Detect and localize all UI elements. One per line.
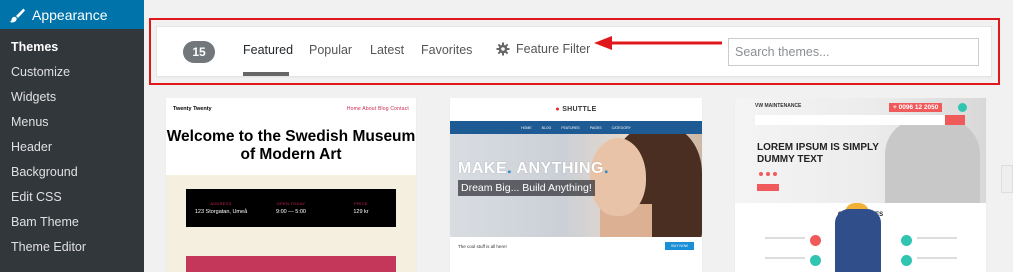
- chat-icon: [958, 103, 967, 112]
- active-tab-indicator: [243, 72, 289, 76]
- preview-nav-item: PAGES: [589, 125, 602, 130]
- service-icon: [810, 235, 821, 246]
- feature-filter-button[interactable]: Feature Filter: [496, 42, 590, 56]
- appearance-menu[interactable]: Appearance: [0, 0, 144, 29]
- preview-hero: MAKE. ANYTHING. Dream Big... Build Anyth…: [450, 134, 702, 237]
- worker-image: [835, 209, 881, 272]
- preview-image-strip: [186, 256, 396, 272]
- sidebar-item-customize[interactable]: Customize: [0, 60, 144, 85]
- feature-filter-label: Feature Filter: [516, 42, 591, 56]
- theme-card-twenty-twenty[interactable]: Twenty Twenty Home About Blog Contact We…: [166, 98, 416, 272]
- theme-card-vw-maintenance[interactable]: VW MAINTENANCE + 0096 12 2050 LOREM IPSU…: [735, 98, 986, 272]
- preview-cta-text: The cool stuff is all here!: [458, 243, 507, 249]
- preview-read-more-button: [757, 184, 779, 191]
- preview-logo: VW MAINTENANCE: [755, 103, 802, 109]
- sidebar-item-themes[interactable]: Themes: [0, 35, 144, 60]
- preview-nav-item: BLOG: [541, 125, 552, 130]
- headline-line: DUMMY TEXT: [757, 154, 823, 165]
- service-text-line: [917, 257, 957, 259]
- themes-main: 15 Featured Popular Latest Favorites Fea…: [144, 0, 1013, 272]
- preview-header: ● SHUTTLE: [450, 98, 702, 121]
- gear-icon: [496, 42, 510, 56]
- hero-heading: MAKE. ANYTHING.: [458, 160, 609, 177]
- service-text-line: [917, 237, 957, 239]
- preview-cta-row: The cool stuff is all here! BUY NOW: [450, 237, 702, 255]
- preview-logo-text: SHUTTLE: [562, 106, 597, 113]
- search-themes-input[interactable]: [728, 38, 979, 66]
- info-key: PRICE: [354, 201, 368, 206]
- admin-sidebar: Appearance Themes Customize Widgets Menu…: [0, 0, 144, 272]
- tab-featured[interactable]: Featured: [243, 43, 293, 57]
- hero-heading-a: MAKE: [458, 160, 508, 177]
- service-text-line: [765, 257, 805, 259]
- info-value: 129 kr: [353, 209, 369, 215]
- theme-preview-nav: Twenty Twenty Home About Blog Contact: [166, 98, 416, 120]
- preview-menu: Home About Blog Contact: [346, 106, 409, 112]
- sidebar-item-theme-editor[interactable]: Theme Editor: [0, 235, 144, 260]
- sidebar-item-widgets[interactable]: Widgets: [0, 85, 144, 110]
- hero-person-image: [885, 118, 980, 203]
- headline-line: LOREM IPSUM IS SIMPLY: [757, 142, 879, 153]
- preview-phone: + 0096 12 2050: [889, 103, 943, 112]
- preview-logo: ● SHUTTLE: [555, 106, 597, 113]
- hero-subheading: Dream Big... Build Anything!: [458, 180, 595, 196]
- sidebar-item-edit-css[interactable]: Edit CSS: [0, 185, 144, 210]
- appearance-label: Appearance: [32, 6, 108, 23]
- preview-nav-item: HOME: [521, 125, 532, 130]
- sidebar-item-bam-theme[interactable]: Bam Theme: [0, 210, 144, 235]
- sidebar-item-menus[interactable]: Menus: [0, 110, 144, 135]
- theme-card-shuttle[interactable]: ● SHUTTLE HOME BLOG FEATURES PAGES CATEG…: [450, 98, 702, 272]
- preview-headline: LOREM IPSUM IS SIMPLY DUMMY TEXT: [757, 142, 879, 166]
- info-key: ADDRESS: [210, 201, 232, 206]
- appearance-submenu: Themes Customize Widgets Menus Header Ba…: [0, 29, 144, 272]
- sidebar-item-header[interactable]: Header: [0, 135, 144, 160]
- preview-nav-item: FEATURES: [561, 125, 580, 130]
- sidebar-item-background[interactable]: Background: [0, 160, 144, 185]
- preview-nav-item: CATEGORY: [611, 125, 631, 130]
- service-icon: [810, 255, 821, 266]
- theme-filter-bar: 15 Featured Popular Latest Favorites Fea…: [156, 26, 992, 77]
- preview-nav: [755, 115, 965, 125]
- info-key: OPEN TODAY: [276, 201, 306, 206]
- info-value: 9:00 — 5:00: [276, 209, 306, 215]
- scroll-next-button[interactable]: [1001, 165, 1013, 193]
- service-icon: [901, 255, 912, 266]
- service-icon: [901, 235, 912, 246]
- hero-heading-b: ANYTHING: [516, 160, 604, 177]
- tab-latest[interactable]: Latest: [370, 43, 404, 57]
- theme-count-badge: 15: [183, 41, 215, 63]
- tab-favorites[interactable]: Favorites: [421, 43, 472, 57]
- info-value: 123 Storgatan, Umeå: [194, 209, 248, 215]
- annotation-arrow-icon: [594, 36, 722, 50]
- preview-info-box: ADDRESS 123 Storgatan, Umeå OPEN TODAY 9…: [186, 189, 396, 227]
- preview-nav: HOME BLOG FEATURES PAGES CATEGORY: [450, 121, 702, 134]
- preview-brand: Twenty Twenty: [173, 106, 212, 112]
- preview-headline: Welcome to the Swedish Museum of Modern …: [166, 128, 416, 163]
- service-text-line: [765, 237, 805, 239]
- preview-services: OUR SERVICES: [735, 203, 986, 272]
- preview-hero: VW MAINTENANCE + 0096 12 2050 LOREM IPSU…: [735, 98, 986, 203]
- paintbrush-icon: [9, 8, 25, 22]
- preview-buy-button: BUY NOW: [665, 242, 694, 250]
- slider-dots: [759, 172, 777, 176]
- tab-popular[interactable]: Popular: [309, 43, 352, 57]
